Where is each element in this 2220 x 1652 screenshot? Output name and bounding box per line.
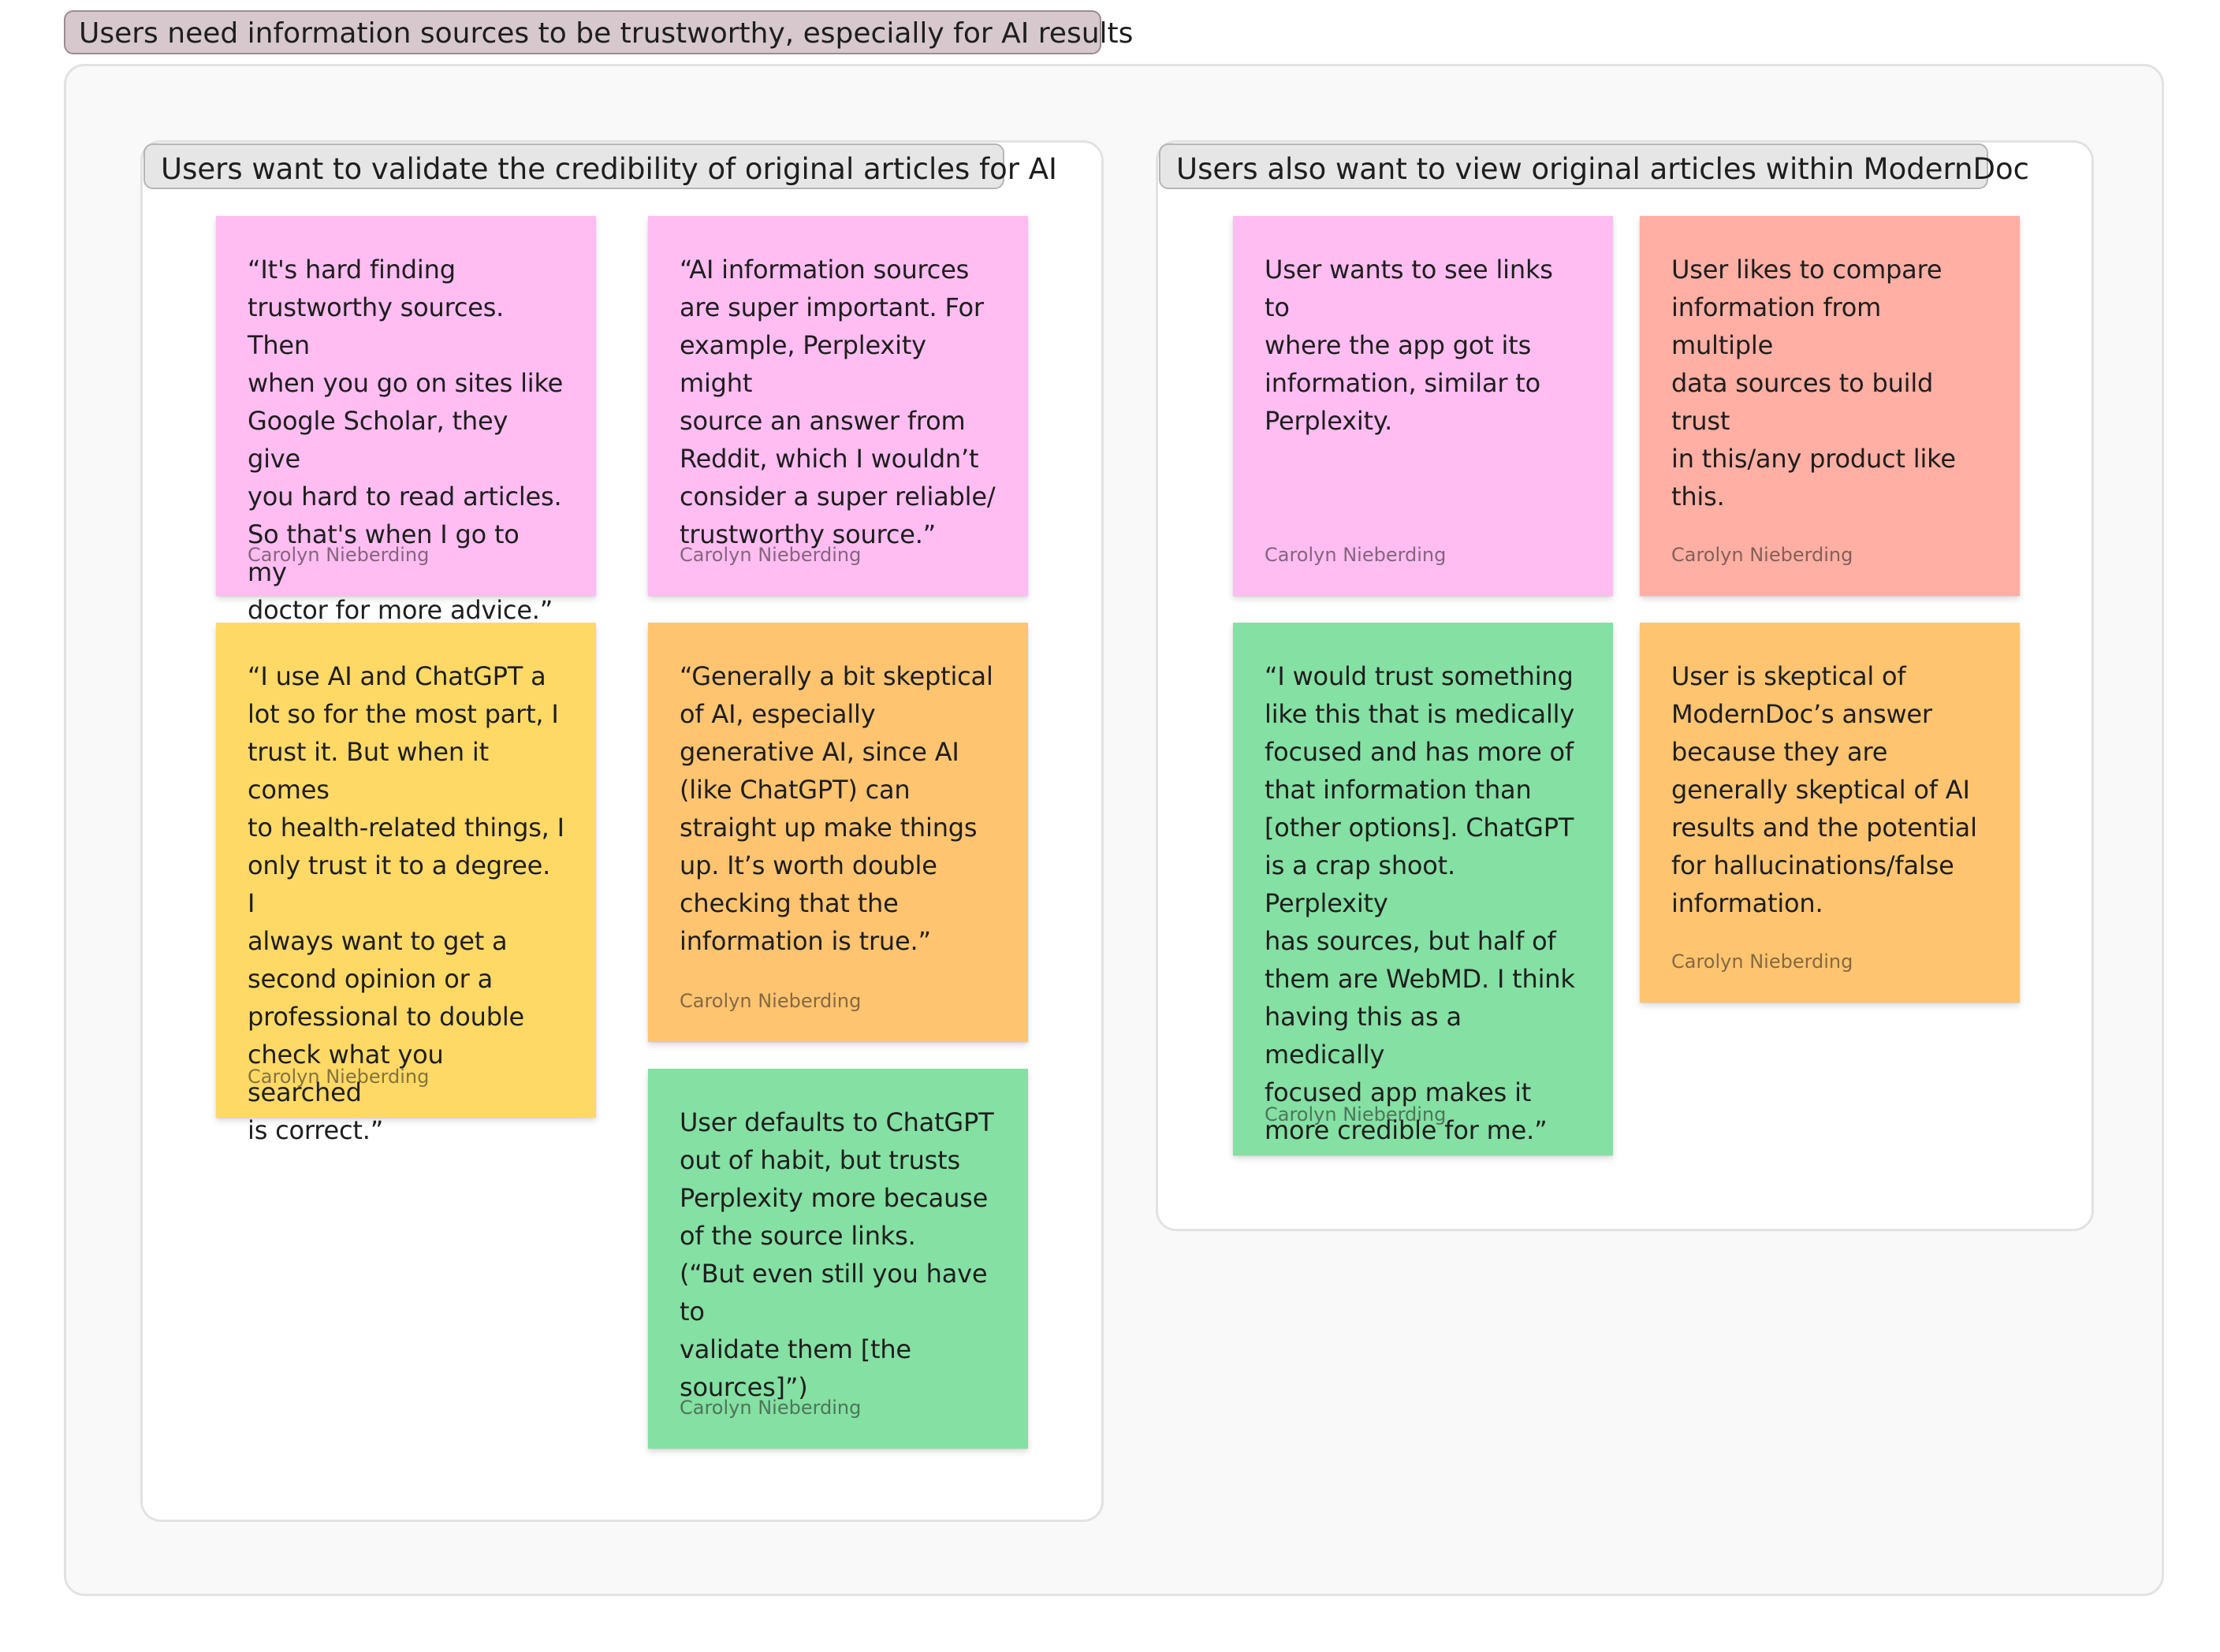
note-author: Carolyn Nieberding xyxy=(248,544,430,566)
sticky-note[interactable]: “AI information sources are super import… xyxy=(648,216,1028,596)
board-title-label[interactable]: Users need information sources to be tru… xyxy=(64,10,1133,54)
note-author: Carolyn Nieberding xyxy=(1671,951,1853,973)
sticky-note[interactable]: “It's hard finding trustworthy sources. … xyxy=(216,216,596,625)
note-author: Carolyn Nieberding xyxy=(1671,544,1853,566)
note-text: “Generally a bit skeptical of AI, especi… xyxy=(680,661,993,956)
note-text: User wants to see links to where the app… xyxy=(1265,255,1553,436)
note-text: “It's hard finding trustworthy sources. … xyxy=(248,255,564,625)
section-label-view-articles[interactable]: Users also want to view original article… xyxy=(1159,143,2029,189)
note-text: User likes to compare information from m… xyxy=(1671,255,1956,512)
note-text: “I would trust something like this that … xyxy=(1265,661,1575,1145)
sticky-note[interactable]: User defaults to ChatGPT out of habit, b… xyxy=(648,1069,1028,1449)
note-author: Carolyn Nieberding xyxy=(680,1397,862,1419)
note-author: Carolyn Nieberding xyxy=(1265,544,1447,566)
note-author: Carolyn Nieberding xyxy=(248,1066,430,1088)
sticky-note[interactable]: “I would trust something like this that … xyxy=(1233,623,1613,1155)
note-author: Carolyn Nieberding xyxy=(680,544,862,566)
note-author: Carolyn Nieberding xyxy=(1265,1103,1447,1126)
note-text: “AI information sources are super import… xyxy=(680,255,996,549)
sticky-note[interactable]: User is skeptical of ModernDoc’s answer … xyxy=(1640,623,2020,1003)
sticky-note[interactable]: User wants to see links to where the app… xyxy=(1233,216,1613,596)
sticky-note[interactable]: User likes to compare information from m… xyxy=(1640,216,2020,596)
sticky-note[interactable]: “Generally a bit skeptical of AI, especi… xyxy=(648,623,1028,1042)
note-text: User is skeptical of ModernDoc’s answer … xyxy=(1671,661,1977,918)
note-text: User defaults to ChatGPT out of habit, b… xyxy=(680,1107,994,1402)
sticky-note[interactable]: “I use AI and ChatGPT a lot so for the m… xyxy=(216,623,596,1145)
section-label-validate-credibility[interactable]: Users want to validate the credibility o… xyxy=(143,143,1057,189)
note-author: Carolyn Nieberding xyxy=(680,990,862,1012)
